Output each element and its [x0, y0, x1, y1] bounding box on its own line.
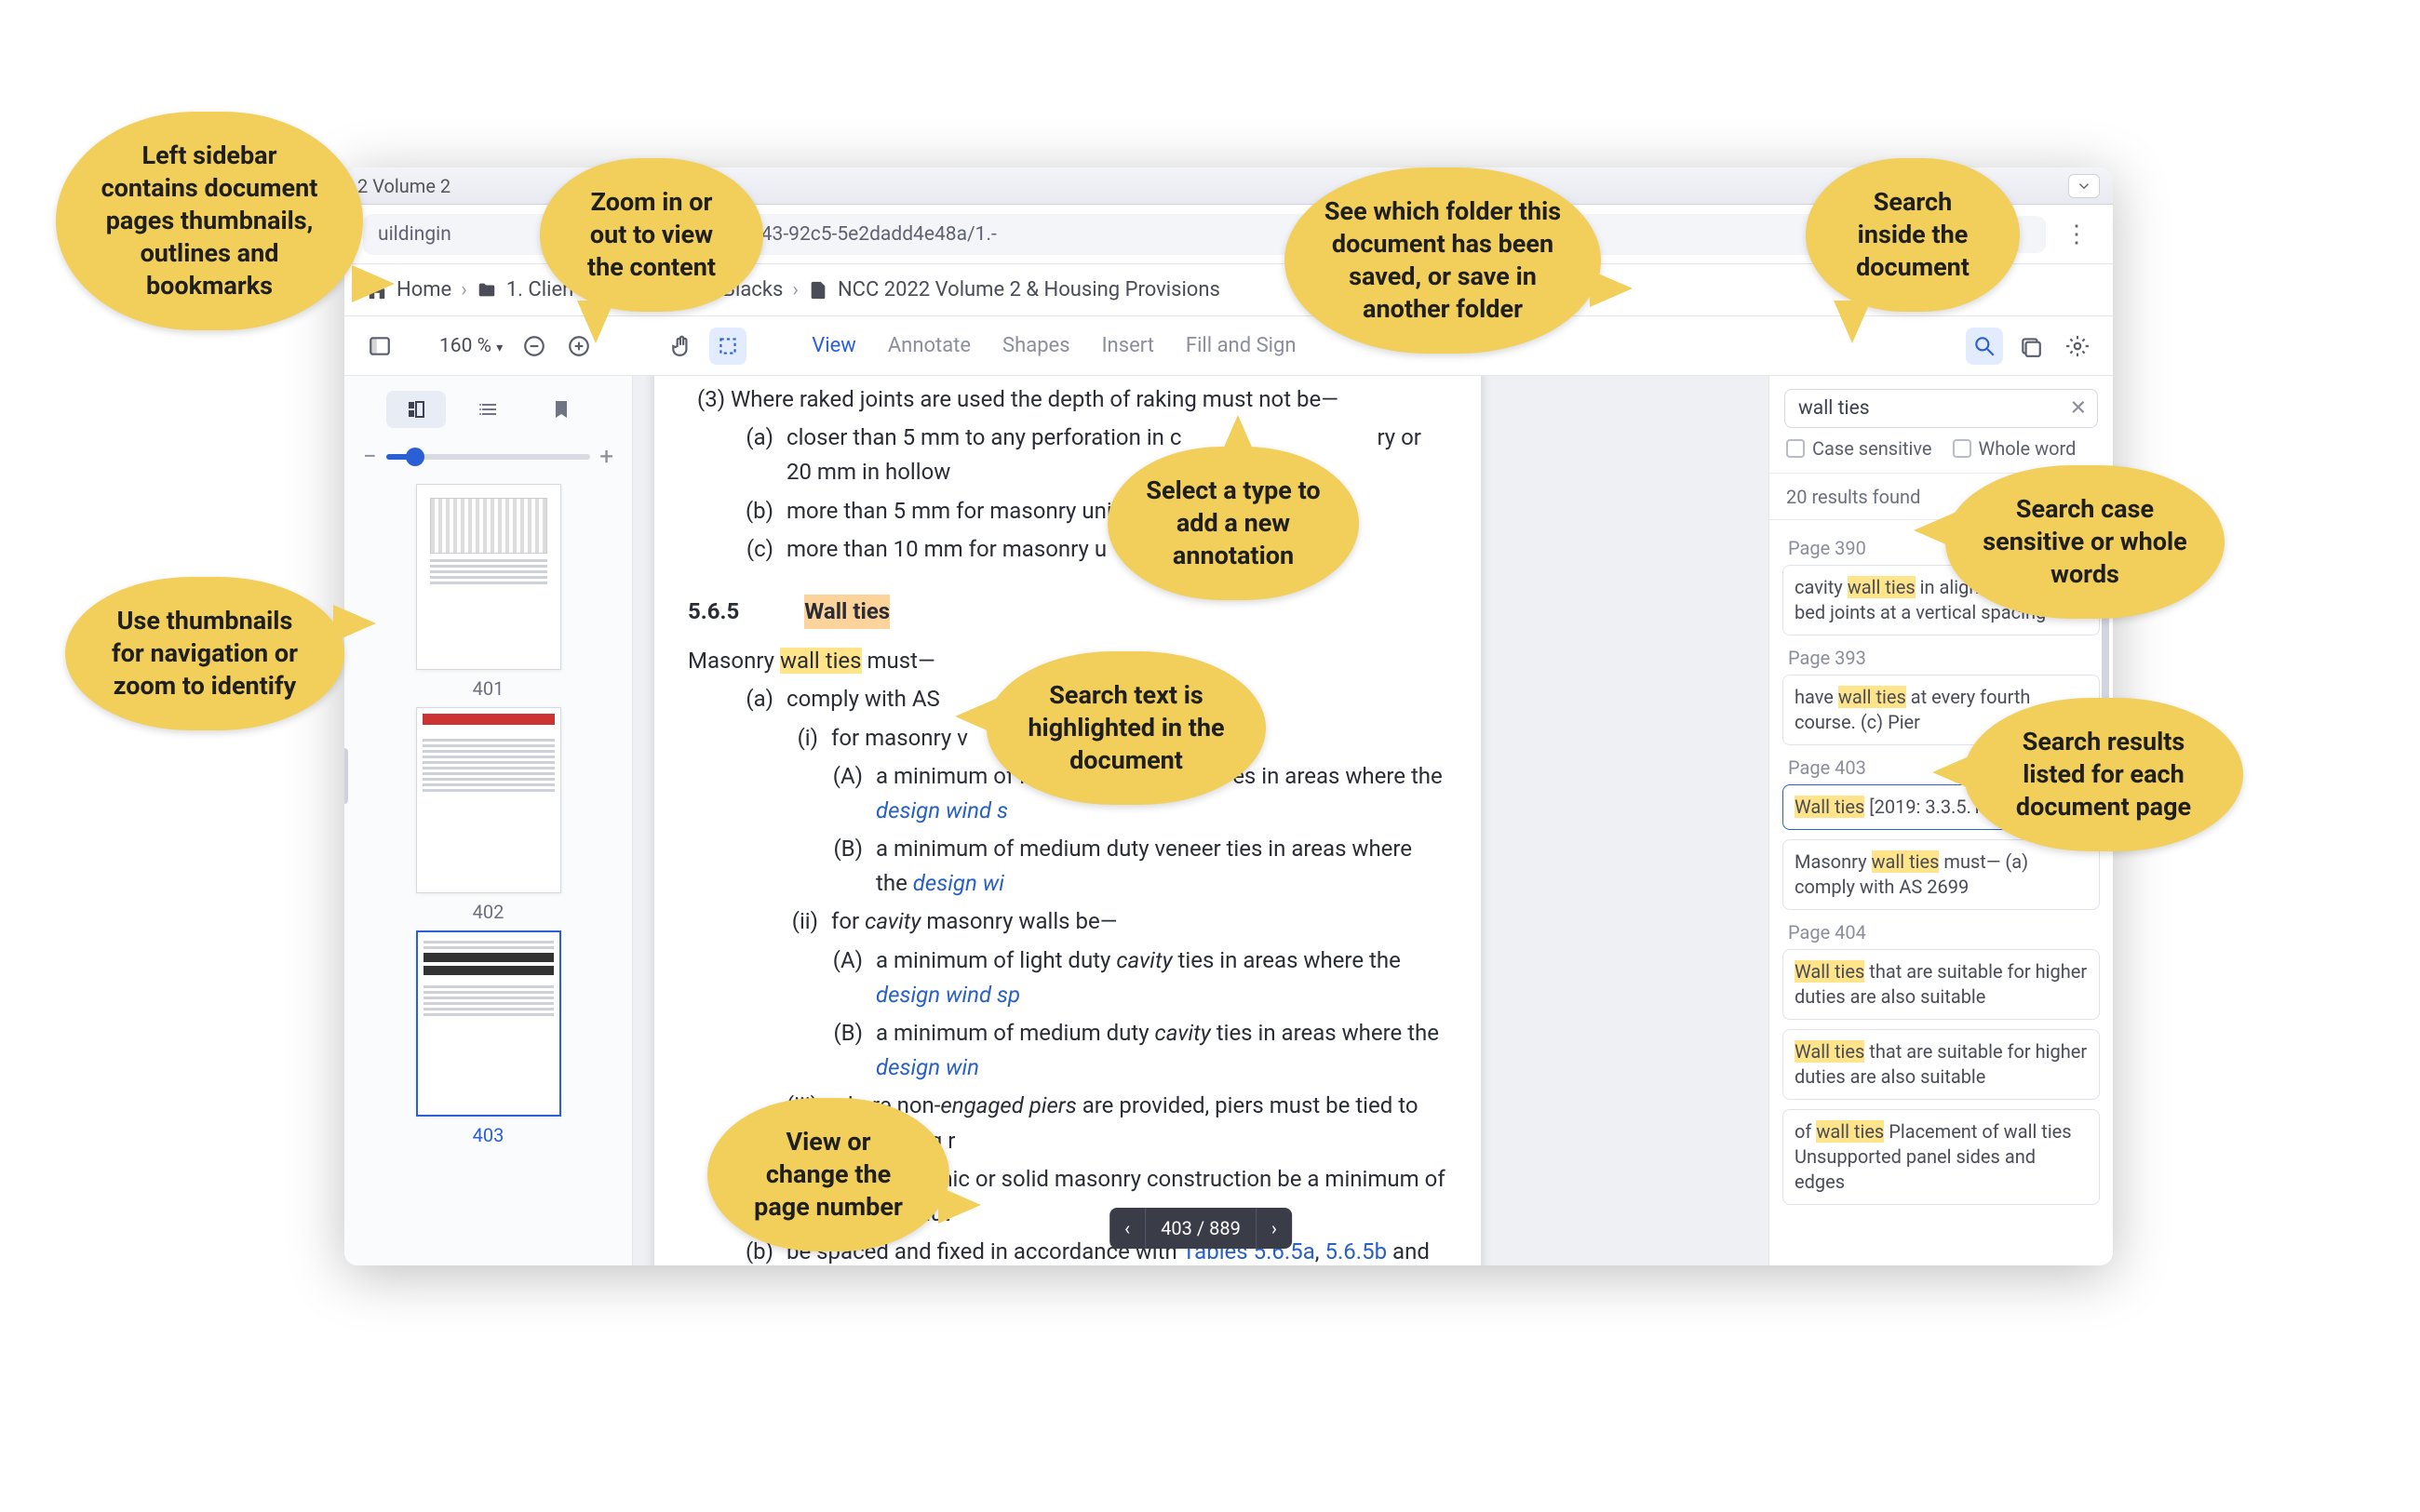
search-result[interactable]: Wall ties that are suitable for higher d… — [1782, 949, 2100, 1020]
search-result[interactable]: Wall ties that are suitable for higher d… — [1782, 1029, 2100, 1100]
callout-search: Search inside the document — [1806, 158, 2020, 312]
doc-text: a minimum of medium duty cavity ties in … — [876, 1016, 1447, 1085]
callout-pager: View or change the page number — [707, 1098, 949, 1251]
doc-text: more than 10 mm for masonry u — [786, 532, 1107, 567]
sidebar-tab-bookmarks[interactable] — [531, 391, 591, 428]
callout-zoom: Zoom in or out to view the content — [540, 158, 763, 312]
case-sensitive-checkbox[interactable]: Case sensitive — [1786, 437, 1932, 460]
callout-annotation: Select a type to add a new annotation — [1108, 447, 1359, 600]
results-count: 20 results found — [1786, 486, 1920, 508]
search-input[interactable] — [1784, 389, 2098, 428]
tab-annotate[interactable]: Annotate — [888, 334, 971, 357]
thumbnail-list: 401 402 403 — [357, 484, 619, 1256]
list-label: (ii) — [777, 904, 818, 939]
url-frag-left: uildingin — [378, 223, 451, 246]
search-result[interactable]: of wall ties Placement of wall ties Unsu… — [1782, 1109, 2100, 1205]
tab-shapes[interactable]: Shapes — [1002, 334, 1070, 357]
callout-folder: See which folder this document has been … — [1284, 167, 1601, 354]
crumb-3[interactable]: NCC 2022 Volume 2 & Housing Provisions — [838, 278, 1220, 301]
tab-insert[interactable]: Insert — [1102, 334, 1154, 357]
list-label: (B) — [822, 1016, 863, 1085]
section-title: Wall ties — [804, 595, 890, 629]
list-label: (a) — [733, 421, 773, 489]
minus-icon: − — [363, 443, 377, 471]
settings-button[interactable] — [2059, 328, 2096, 365]
doc-text: closer than 5 mm to any perforation in c… — [786, 421, 1447, 489]
pan-tool-button[interactable] — [663, 328, 700, 365]
doc-text: a minimum of light duty cavity ties in a… — [876, 943, 1447, 1012]
thumbnail-401[interactable]: 401 — [416, 484, 561, 700]
folder-icon — [477, 280, 497, 301]
thumbnail-number: 402 — [416, 901, 561, 923]
next-page-button[interactable]: › — [1257, 1208, 1292, 1249]
select-tool-button[interactable] — [709, 328, 746, 365]
save-folder-button[interactable] — [2012, 328, 2050, 365]
search-result[interactable]: Masonry wall ties must— (a) comply with … — [1782, 839, 2100, 910]
thumbnail-number: 401 — [416, 677, 561, 700]
list-label: (A) — [822, 943, 863, 1012]
callout-sidebar: Left sidebar contains document pages thu… — [56, 112, 363, 330]
zoom-level-select[interactable]: 160 % ▾ — [434, 331, 508, 361]
list-label: (A) — [822, 759, 863, 828]
browser-more-icon[interactable]: ⋮ — [2059, 221, 2094, 248]
doc-text: for masonry v — [831, 721, 968, 756]
list-label: (c) — [733, 532, 773, 567]
results-page-label: Page 404 — [1788, 921, 2094, 943]
search-button[interactable] — [1966, 328, 2003, 365]
callout-searchopts: Search case sensitive or whole words — [1945, 465, 2225, 619]
document-icon — [808, 280, 828, 301]
left-sidebar: − + 401 402 403 — [344, 376, 633, 1265]
sidebar-resize-handle[interactable] — [344, 748, 348, 804]
list-label: (a) — [733, 682, 773, 716]
list-label: (B) — [822, 832, 863, 901]
thumbnail-number: 403 — [416, 1124, 561, 1146]
callout-highlight: Search text is highlighted in the docume… — [987, 651, 1266, 805]
search-results-list: Page 390cavity wall ties in aligning mor… — [1769, 520, 2113, 1265]
chevron-right-icon: › — [461, 278, 467, 301]
sidebar-tabs — [357, 391, 619, 428]
callout-thumbs: Use thumbnails for navigation or zoom to… — [65, 577, 344, 730]
zoom-controls: 160 % ▾ — [434, 328, 598, 365]
sidebar-tab-thumbnails[interactable] — [386, 391, 446, 428]
list-label: (i) — [777, 721, 818, 756]
prev-page-button[interactable]: ‹ — [1109, 1208, 1145, 1249]
thumbnail-zoom-slider[interactable]: − + — [363, 443, 613, 471]
page-navigator: ‹ 403 / 889 › — [1109, 1208, 1292, 1249]
doc-text: comply with AS — [786, 682, 940, 716]
doc-text: more than 5 mm for masonry units — [786, 494, 1131, 529]
zoom-out-button[interactable] — [516, 328, 553, 365]
toggle-sidebar-button[interactable] — [361, 328, 398, 365]
doc-text: for cavity masonry walls be— — [831, 904, 1117, 939]
tab-view[interactable]: View — [812, 334, 856, 357]
list-label: (b) — [733, 494, 773, 529]
thumbnail-402[interactable]: 402 — [416, 707, 561, 923]
clear-search-icon[interactable]: ✕ — [2070, 397, 2087, 421]
window-dropdown-button[interactable] — [2068, 174, 2100, 198]
whole-word-checkbox[interactable]: Whole word — [1953, 437, 2077, 460]
plus-icon: + — [599, 443, 613, 471]
section-number: 5.6.5 — [688, 595, 739, 629]
results-page-label: Page 393 — [1788, 647, 2094, 669]
callout-results: Search results listed for each document … — [1964, 698, 2243, 851]
page-number-display[interactable]: 403 / 889 — [1145, 1208, 1257, 1249]
sidebar-tab-outline[interactable] — [459, 391, 518, 428]
tab-fillsign[interactable]: Fill and Sign — [1186, 334, 1297, 357]
chevron-right-icon: › — [792, 278, 799, 301]
crumb-home[interactable]: Home — [397, 278, 451, 301]
thumbnail-403[interactable]: 403 — [416, 930, 561, 1146]
doc-text: a minimum of medium duty veneer ties in … — [876, 832, 1447, 901]
toolbar-tabs: View Annotate Shapes Insert Fill and Sig… — [812, 334, 1296, 357]
doc-line: (3) Where raked joints are used the dept… — [697, 382, 1447, 417]
